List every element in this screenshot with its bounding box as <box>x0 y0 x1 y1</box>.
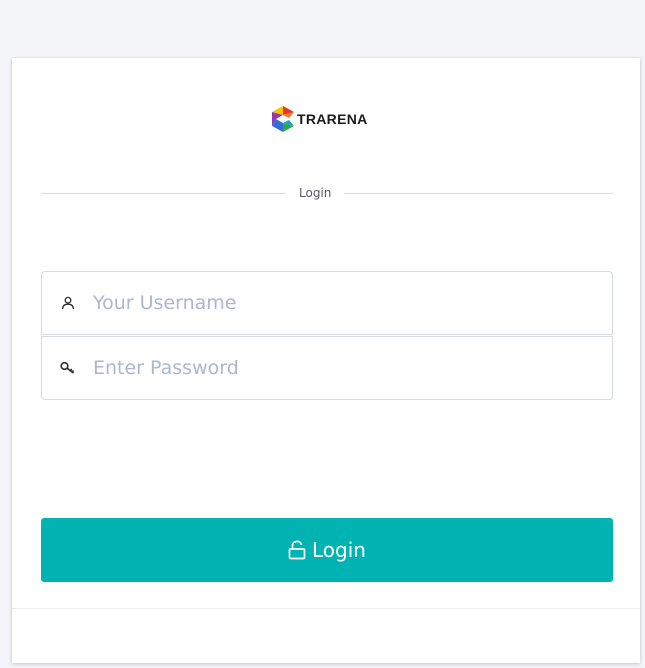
user-icon <box>42 272 93 334</box>
password-input[interactable] <box>93 348 593 388</box>
username-field[interactable] <box>41 271 613 335</box>
card-footer-divider <box>12 608 640 609</box>
brand-logo-icon <box>272 106 294 132</box>
username-input[interactable] <box>93 283 593 323</box>
login-button[interactable]: Login <box>41 518 613 582</box>
login-heading: Login <box>286 184 345 202</box>
password-field[interactable] <box>41 336 613 400</box>
login-button-label: Login <box>312 538 366 562</box>
login-card: TRARENA Login L <box>12 58 640 663</box>
key-icon <box>42 337 93 399</box>
brand-name: TRARENA <box>297 111 368 127</box>
unlock-icon <box>288 540 306 560</box>
brand-logo: TRARENA <box>270 102 368 136</box>
